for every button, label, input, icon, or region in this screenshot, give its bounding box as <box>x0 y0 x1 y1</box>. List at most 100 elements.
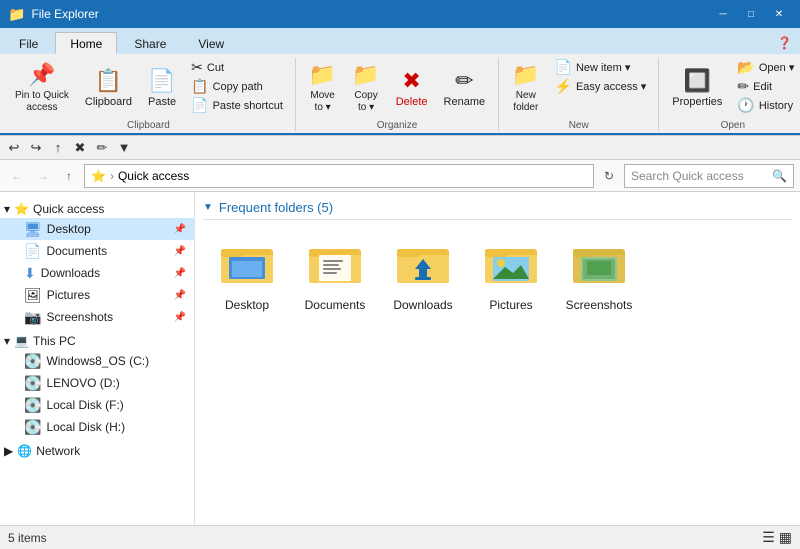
new-folder-icon: 📁 <box>512 62 539 88</box>
pin-to-quickaccess-button[interactable]: 📌 Pin to Quickaccess <box>8 58 76 118</box>
tab-view[interactable]: View <box>183 32 239 54</box>
sidebar-item-downloads[interactable]: ⬇ Downloads 📌 <box>0 262 194 284</box>
paste-shortcut-icon: 📄 <box>191 97 208 114</box>
history-button[interactable]: 🕐 History <box>731 96 800 115</box>
folder-item-documents[interactable]: Documents <box>295 234 375 319</box>
folder-item-desktop[interactable]: Desktop <box>207 234 287 319</box>
open-label: Open ▾ <box>759 61 795 74</box>
quick-access-header[interactable]: ▾ ⭐ Quick access <box>0 196 194 218</box>
help-button[interactable]: ❓ <box>769 32 800 54</box>
sidebar-documents-label: Documents <box>46 244 107 258</box>
cut-icon: ✂ <box>191 59 203 76</box>
organize-label: Organize <box>377 120 418 131</box>
minimize-button[interactable]: ─ <box>710 4 736 24</box>
history-label: History <box>759 100 793 112</box>
tab-home[interactable]: Home <box>55 32 117 54</box>
sidebar-item-d-drive[interactable]: 💽 LENOVO (D:) <box>0 372 194 394</box>
easy-access-button[interactable]: ⚡ Easy access ▾ <box>549 77 653 96</box>
pin-label: Pin to Quickaccess <box>15 90 69 114</box>
move-to-icon: 📁 <box>309 62 336 88</box>
qa-undo-button[interactable]: ↩ <box>4 138 24 158</box>
network-header[interactable]: ▶ 🌐 Network <box>0 438 194 460</box>
qa-redo-button[interactable]: ↪ <box>26 138 46 158</box>
sidebar-item-documents[interactable]: 📄 Documents 📌 <box>0 240 194 262</box>
up-button[interactable]: ↑ <box>58 165 80 187</box>
window-controls: ─ □ ✕ <box>710 4 792 24</box>
title-text: File Explorer <box>31 7 710 21</box>
screenshots-folder-icon <box>573 241 625 294</box>
new-folder-button[interactable]: 📁 Newfolder <box>505 58 546 118</box>
properties-label: Properties <box>672 96 722 108</box>
delete-button[interactable]: ✖ Delete <box>389 58 435 118</box>
clipboard-group: 📌 Pin to Quickaccess 📋 Clipboard 📄 Paste… <box>2 58 296 131</box>
copy-button[interactable]: 📋 Clipboard <box>78 58 139 118</box>
move-to-button[interactable]: 📁 Moveto ▾ <box>302 58 343 118</box>
refresh-button[interactable]: ↻ <box>598 165 620 187</box>
folder-item-pictures[interactable]: Pictures <box>471 234 551 319</box>
main-area: ▾ ⭐ Quick access 🖥 Desktop 📌 📄 Documents… <box>0 192 800 525</box>
tab-file[interactable]: File <box>4 32 53 54</box>
list-view-button[interactable]: ☰ <box>762 529 775 546</box>
cut-label: Cut <box>207 62 224 74</box>
new-item-button[interactable]: 📄 New item ▾ <box>549 58 653 77</box>
sidebar-item-h-drive[interactable]: 💽 Local Disk (H:) <box>0 416 194 438</box>
open-button[interactable]: 📂 Open ▾ <box>731 58 800 77</box>
forward-button[interactable]: → <box>32 165 54 187</box>
maximize-button[interactable]: □ <box>738 4 764 24</box>
f-drive-label: Local Disk (F:) <box>46 398 123 412</box>
qa-delete-button[interactable]: ✖ <box>70 138 90 158</box>
new-item-label: New item ▾ <box>576 61 630 74</box>
back-button[interactable]: ← <box>6 165 28 187</box>
folder-item-screenshots[interactable]: Screenshots <box>559 234 639 319</box>
this-pc-icon: 💻 <box>14 334 29 348</box>
h-drive-label: Local Disk (H:) <box>46 420 125 434</box>
view-toggle: ☰ ▦ <box>762 529 792 546</box>
downloads-folder-icon <box>397 241 449 294</box>
copy-to-button[interactable]: 📁 Copyto ▾ <box>345 58 386 118</box>
search-placeholder: Search Quick access <box>631 169 744 183</box>
d-drive-icon: 💽 <box>24 375 41 392</box>
this-pc-header[interactable]: ▾ 💻 This PC <box>0 328 194 350</box>
qa-customize-button[interactable]: ▼ <box>114 138 134 158</box>
quickaccess-star-icon: ⭐ <box>14 202 29 216</box>
folder-item-downloads[interactable]: Downloads <box>383 234 463 319</box>
copy-path-label: Copy path <box>213 81 263 93</box>
sidebar-item-f-drive[interactable]: 💽 Local Disk (F:) <box>0 394 194 416</box>
paste-shortcut-button[interactable]: 📄 Paste shortcut <box>185 96 289 115</box>
this-pc-label: This PC <box>33 334 76 348</box>
paste-button[interactable]: 📄 Paste <box>141 58 183 118</box>
edit-button[interactable]: ✏ Edit <box>731 77 800 96</box>
history-icon: 🕐 <box>737 97 754 114</box>
sidebar-item-desktop[interactable]: 🖥 Desktop 📌 <box>0 218 194 240</box>
address-field[interactable]: ⭐ › Quick access <box>84 164 594 188</box>
cut-button[interactable]: ✂ Cut <box>185 58 289 77</box>
grid-view-button[interactable]: ▦ <box>779 529 792 546</box>
close-button[interactable]: ✕ <box>766 4 792 24</box>
search-field[interactable]: Search Quick access 🔍 <box>624 164 794 188</box>
downloads-folder-label: Downloads <box>393 298 452 312</box>
sidebar: ▾ ⭐ Quick access 🖥 Desktop 📌 📄 Documents… <box>0 192 195 525</box>
paste-label: Paste <box>148 96 176 108</box>
qa-rename-button[interactable]: ✏ <box>92 138 112 158</box>
screenshots-pin-icon: 📌 <box>174 312 186 323</box>
chevron-right-icon: ▾ <box>4 334 10 348</box>
screenshots-icon: 📷 <box>24 309 41 326</box>
sidebar-desktop-label: Desktop <box>47 222 91 236</box>
sidebar-item-pictures[interactable]: 🖼 Pictures 📌 <box>0 284 194 306</box>
sidebar-screenshots-label: Screenshots <box>46 310 113 324</box>
ribbon-content: 📌 Pin to Quickaccess 📋 Clipboard 📄 Paste… <box>0 54 800 135</box>
rename-button[interactable]: ✏ Rename <box>437 58 493 118</box>
properties-button[interactable]: 🔲 Properties <box>665 58 729 118</box>
sidebar-item-screenshots[interactable]: 📷 Screenshots 📌 <box>0 306 194 328</box>
copy-path-button[interactable]: 📋 Copy path <box>185 77 289 96</box>
tab-bar: File Home Share View ❓ <box>0 28 800 54</box>
easy-access-icon: ⚡ <box>555 78 572 95</box>
tab-share[interactable]: Share <box>119 32 181 54</box>
copy-to-icon: 📁 <box>352 62 379 88</box>
chevron-down-icon: ▾ <box>4 202 10 216</box>
clipboard-label: Clipboard <box>127 120 170 131</box>
sidebar-item-c-drive[interactable]: 💽 Windows8_OS (C:) <box>0 350 194 372</box>
network-label: Network <box>36 444 80 458</box>
folder-grid: Desktop Documents <box>203 230 792 323</box>
qa-up-button[interactable]: ↑ <box>48 138 68 158</box>
